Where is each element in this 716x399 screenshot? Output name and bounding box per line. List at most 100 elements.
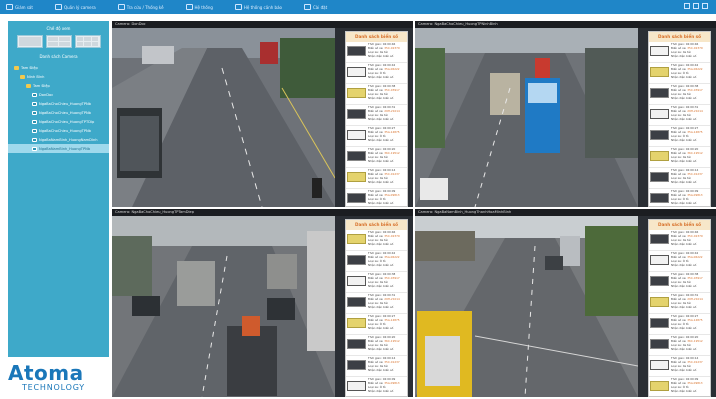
plate-list-item[interactable]: Thời gian: 02:00:20 Biển số xe: 36C-19512… (346, 335, 407, 356)
plate-list-item[interactable]: Thời gian: 02:00:27 Biển số xe: 35A-14875… (346, 126, 407, 147)
camera-tree-item[interactable]: NgaBaChoChieu_HuongTPNb (8, 126, 109, 135)
video-feed[interactable] (415, 216, 638, 397)
recognition-label: Nhận diện biển số (368, 346, 394, 351)
plate-list-item[interactable]: Thời gian: 02:00:31 Biển số xe: 29H-21014… (649, 105, 710, 126)
plate-list-item[interactable]: Thời gian: 02:00:14 Biển số xe: 35C-01237… (649, 356, 710, 377)
plate-list: Danh sách biển số Thời gian: 02:00:46 Biể… (648, 219, 711, 397)
maximize-icon[interactable] (693, 3, 699, 9)
plate-rows: Thời gian: 02:00:46 Biển số xe: 35C-02379… (346, 230, 407, 396)
plate-info: Thời gian: 02:00:27 Biển số xe: 35A-14875… (366, 315, 406, 331)
camera-label: Camera: DonDoc (112, 21, 413, 28)
recognition-label: Nhận diện biển số (671, 346, 697, 351)
plate-list-item[interactable]: Thời gian: 02:00:46 Biển số xe: 35C-02379… (346, 42, 407, 63)
plate-list-item[interactable]: Thời gian: 02:00:14 Biển số xe: 35C-01237… (346, 356, 407, 377)
camera-icon (32, 146, 37, 151)
recognition-label: Nhận diện biển số (671, 283, 697, 288)
view-mode-title: Chế độ xem (46, 26, 71, 31)
plate-list-item[interactable]: Thời gian: 02:00:46 Biển số xe: 35C-02379… (649, 42, 710, 63)
plate-list-item[interactable]: Thời gian: 02:00:31 Biển số xe: 29H-21014… (346, 105, 407, 126)
layout-3x3-button[interactable] (74, 35, 101, 48)
close-icon[interactable] (702, 3, 708, 9)
plate-list-item[interactable]: Thời gian: 02:00:31 Biển số xe: 29H-21014… (346, 293, 407, 314)
camera-panel[interactable]: Camera: NgaBaChoChieu_HuongTPTamDiep Dan… (112, 209, 413, 397)
plate-list-item[interactable]: Thời gian: 02:00:46 Biển số xe: 35C-02379… (649, 230, 710, 251)
plate-list-item[interactable]: Thời gian: 02:00:27 Biển số xe: 35A-14875… (649, 126, 710, 147)
plate-list-item[interactable]: Thời gian: 02:00:09 Biển số xe: 35A-09813… (346, 189, 407, 206)
plate-thumbnail (347, 381, 366, 391)
plate-list-item[interactable]: Thời gian: 02:00:09 Biển số xe: 35A-09813… (649, 377, 710, 396)
plate-list-item[interactable]: Thời gian: 02:00:09 Biển số xe: 35A-09813… (346, 377, 407, 396)
plate-list-item[interactable]: Thời gian: 02:00:42 Biển số xe: 35A-06222… (346, 63, 407, 84)
camera-icon (32, 119, 37, 124)
camera-panel[interactable]: Camera: DonDoc Danh sách biển số Thời gi… (112, 21, 413, 207)
plate-info: Thời gian: 02:00:46 Biển số xe: 35C-02379… (366, 231, 406, 247)
camera-panel[interactable]: Camera: NgaBaChoChieu_HuongTPNinhBinh Da… (415, 21, 716, 207)
plate-list-item[interactable]: Thời gian: 02:00:27 Biển số xe: 35A-14875… (649, 314, 710, 335)
recognition-label: Nhận diện biển số (368, 137, 394, 142)
recognition-label: Nhận diện biển số (671, 200, 697, 205)
camera-tree-item[interactable]: NgaBaChoChieu_HuongTPTDip (8, 117, 109, 126)
folder-icon (26, 83, 31, 88)
recognition-label: Nhận diện biển số (671, 304, 697, 309)
plate-list-item[interactable]: Thời gian: 02:00:20 Biển số xe: 36C-19512… (649, 335, 710, 356)
plate-list-item[interactable]: Thời gian: 02:00:38 Biển số xe: 35C-03917… (649, 84, 710, 105)
video-feed[interactable] (112, 216, 335, 397)
tree-item-label: DonDoc (39, 92, 54, 97)
folder-tree-item[interactable]: Tam Điệp (8, 63, 109, 72)
plate-info: Thời gian: 02:00:31 Biển số xe: 29H-21014… (669, 294, 709, 310)
search-icon (117, 4, 125, 10)
plate-list-item[interactable]: Thời gian: 02:00:42 Biển số xe: 35A-06222… (346, 251, 407, 272)
plate-list-item[interactable]: Thời gian: 02:00:20 Biển số xe: 36C-19512… (649, 147, 710, 168)
plate-list-item[interactable]: Thời gian: 02:00:27 Biển số xe: 35A-14875… (346, 314, 407, 335)
brand-tagline: TECHNOLOGY (22, 383, 85, 392)
toolbar-item-camera[interactable]: Quản lý camera (54, 4, 96, 10)
plate-thumbnail (650, 67, 669, 77)
plate-list-item[interactable]: Thời gian: 02:00:38 Biển số xe: 35C-03917… (346, 272, 407, 293)
folder-tree-item[interactable]: Ninh Bình (8, 72, 109, 81)
plate-info: Thời gian: 02:00:14 Biển số xe: 35C-01237… (669, 169, 709, 185)
plate-list-item[interactable]: Thời gian: 02:00:14 Biển số xe: 35C-01237… (649, 168, 710, 189)
minimize-icon[interactable] (684, 3, 690, 9)
plate-list-item[interactable]: Thời gian: 02:00:14 Biển số xe: 35C-01237… (346, 168, 407, 189)
plate-info: Thời gian: 02:00:20 Biển số xe: 36C-19512… (669, 336, 709, 352)
plate-info: Thời gian: 02:00:09 Biển số xe: 35A-09813… (669, 378, 709, 394)
camera-tree-item[interactable]: NgaBaNamBinh_HuongNamDinh (8, 135, 109, 144)
camera-tree-item[interactable]: NgaBaChoChieu_HuongTPNb (8, 99, 109, 108)
layout-2x2-button[interactable] (45, 35, 72, 48)
plate-list-item[interactable]: Thời gian: 02:00:09 Biển số xe: 35A-09813… (649, 189, 710, 206)
gear-icon (303, 4, 311, 10)
plate-list-item[interactable]: Thời gian: 02:00:31 Biển số xe: 29H-21014… (649, 293, 710, 314)
top-toolbar: Giám sát Quản lý camera Tra cứu / Thống … (0, 0, 716, 14)
plate-list: Danh sách biển số Thời gian: 02:00:46 Biể… (648, 31, 711, 207)
folder-tree-item[interactable]: Tam Điệp (8, 81, 109, 90)
plate-list-item[interactable]: Thời gian: 02:00:38 Biển số xe: 35C-03917… (346, 84, 407, 105)
plate-list-item[interactable]: Thời gian: 02:00:20 Biển số xe: 36C-19512… (346, 147, 407, 168)
layout-1x1-button[interactable] (16, 35, 43, 48)
plate-list-item[interactable]: Thời gian: 02:00:42 Biển số xe: 35A-06222… (649, 63, 710, 84)
plate-list-item[interactable]: Thời gian: 02:00:46 Biển số xe: 35C-02379… (346, 230, 407, 251)
toolbar-item-monitor[interactable]: Giám sát (6, 4, 33, 10)
camera-tree-item[interactable]: DonDoc (8, 90, 109, 99)
recognition-label: Nhận diện biển số (671, 388, 697, 393)
tree-item-label: Tam Điệp (21, 65, 38, 70)
video-feed[interactable] (415, 28, 638, 207)
plate-thumbnail (347, 172, 366, 182)
plate-info: Thời gian: 02:00:14 Biển số xe: 35C-01237… (366, 169, 406, 185)
camera-panel[interactable]: Camera: NgaBaNamBinh_HuongThanhHoaMinhBi… (415, 209, 716, 397)
camera-tree: Tam Điệp Ninh Bình Tam Điệp DonDoc NgaBaChoC… (8, 63, 109, 153)
plate-thumbnail (650, 318, 669, 328)
plate-thumbnail (650, 88, 669, 98)
plate-thumbnail (347, 297, 366, 307)
toolbar-item-system[interactable]: Hệ thống (185, 4, 213, 10)
camera-tree-item[interactable]: NgaBaChoChieu_HuongTPNb (8, 108, 109, 117)
plate-list-item[interactable]: Thời gian: 02:00:38 Biển số xe: 35C-03917… (649, 272, 710, 293)
camera-tree-item[interactable]: NgaBaNamBinh_HuongTPNb (8, 144, 109, 153)
recognition-label: Nhận diện biển số (671, 158, 697, 163)
toolbar-item-settings[interactable]: Cài đặt (303, 4, 327, 10)
plate-thumbnail (650, 46, 669, 56)
toolbar-item-alert[interactable]: Hệ thống cảnh báo (234, 4, 282, 10)
video-feed[interactable] (112, 28, 335, 207)
toolbar-item-search[interactable]: Tra cứu / Thống kê (117, 4, 164, 10)
camera-icon (32, 92, 37, 97)
plate-list-item[interactable]: Thời gian: 02:00:42 Biển số xe: 35A-06222… (649, 251, 710, 272)
